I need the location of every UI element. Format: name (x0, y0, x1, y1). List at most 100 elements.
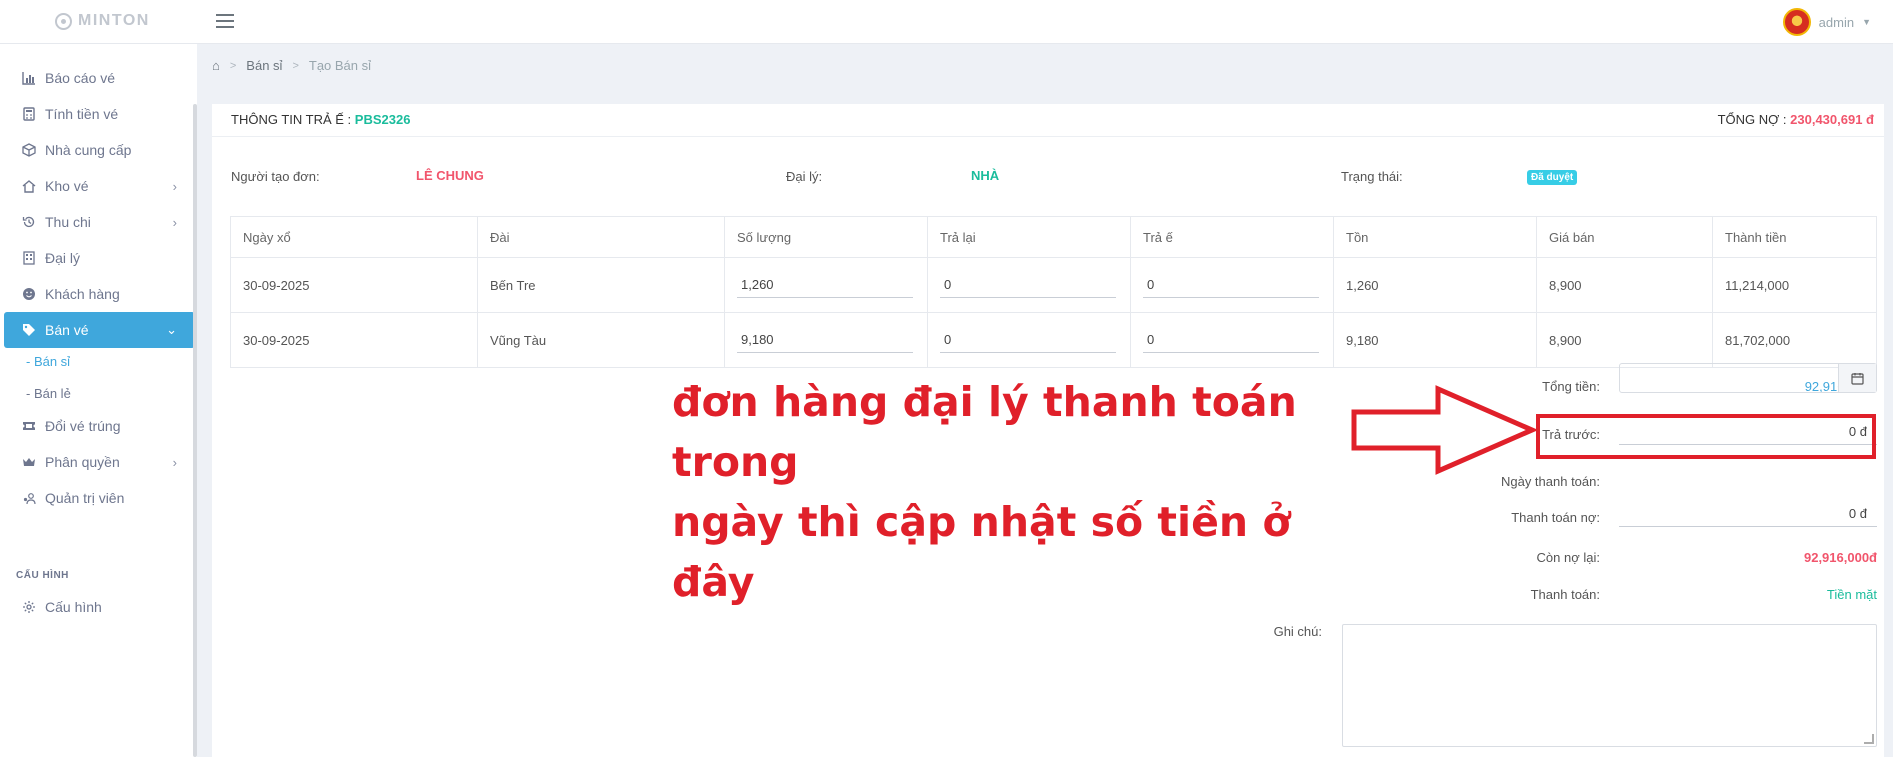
total-debt: TỔNG NỢ : 230,430,691 đ (1718, 112, 1874, 127)
annotation-highlight-box (1536, 414, 1876, 459)
status-badge: Đã duyệt (1527, 170, 1578, 185)
history-icon (22, 215, 36, 229)
debt-paid-input[interactable] (1619, 501, 1877, 527)
breadcrumb-item-ban-si[interactable]: Bán sỉ (246, 58, 282, 73)
sidebar-item-kho-ve[interactable]: Kho vé › (4, 168, 195, 204)
remaining-label: Còn nợ lại: (1536, 550, 1600, 565)
column-header: Tồn (1333, 216, 1537, 258)
cell-date: 30-09-2025 (230, 312, 478, 368)
cell-amount: 81,702,000 (1712, 312, 1877, 368)
logo-text: MINTON (78, 12, 150, 29)
sidebar-item-label: Đổi vé trúng (45, 418, 121, 434)
breadcrumb-separator: > (292, 59, 299, 72)
column-header: Ngày xổ (230, 216, 478, 258)
creator-label: Người tạo đơn: (231, 169, 320, 184)
sidebar-item-label: Cấu hình (45, 599, 102, 615)
sidebar-item-quan-tri-vien[interactable]: Quản trị viên (4, 480, 195, 516)
annotation-line-2: ngày thì cập nhật số tiền ở đây (672, 498, 1291, 606)
sidebar-item-bao-cao-ve[interactable]: Báo cáo vé (4, 60, 195, 96)
cell-qty (724, 257, 928, 313)
home-icon (22, 179, 36, 193)
calendar-icon[interactable] (1838, 364, 1876, 392)
menu-toggle-icon[interactable] (216, 14, 234, 28)
column-header: Số lượng (724, 216, 928, 258)
card-title-prefix: THÔNG TIN TRẢ Ế : (231, 112, 352, 127)
sidebar-item-cau-hinh[interactable]: Cấu hình (4, 589, 195, 625)
breadcrumb-item-current: Tạo Bán sỉ (308, 58, 372, 73)
sidebar-item-thu-chi[interactable]: Thu chi › (4, 204, 195, 240)
sidebar-item-label: Bán vé (45, 322, 89, 338)
ticket-icon (22, 419, 36, 433)
box-icon (22, 143, 36, 157)
unsold-input[interactable] (1143, 272, 1319, 298)
sidebar-item-tinh-tien-ve[interactable]: Tính tiền vé (4, 96, 195, 132)
topbar: MINTON admin ▼ (0, 0, 1893, 44)
pay-date-input[interactable] (1620, 364, 1838, 392)
annotation-line-1: đơn hàng đại lý thanh toán trong (672, 378, 1297, 486)
sidebar-section-title: CẤU HÌNH (16, 570, 69, 581)
column-header: Đài (477, 216, 725, 258)
cell-qty (724, 312, 928, 368)
bar-chart-icon (22, 71, 36, 85)
sidebar-item-nha-cung-cap[interactable]: Nhà cung cấp (4, 132, 195, 168)
sidebar-item-label: Báo cáo vé (45, 70, 116, 86)
debt-paid-label: Thanh toán nợ: (1511, 510, 1600, 525)
gear-icon (22, 600, 36, 614)
sidebar-item-doi-ve-trung[interactable]: Đổi vé trúng (4, 408, 195, 444)
user-menu[interactable]: admin ▼ (1782, 8, 1871, 36)
sidebar-item-label: Thu chi (45, 214, 91, 230)
card-header: THÔNG TIN TRẢ Ế : PBS2326 TỔNG NỢ : 230,… (212, 104, 1884, 137)
sidebar-scrollbar[interactable] (193, 104, 197, 757)
cell-price: 8,900 (1536, 257, 1713, 313)
table-row: 30-09-2025 Vũng Tàu 9,180 8,900 81,702,0… (230, 312, 1877, 368)
sidebar-item-ban-ve[interactable]: Bán vé ⌄ (4, 312, 195, 348)
resize-handle-icon[interactable] (1864, 734, 1874, 744)
card-title: THÔNG TIN TRẢ Ế : PBS2326 (231, 112, 410, 127)
sidebar-item-phan-quyen[interactable]: Phân quyền › (4, 444, 195, 480)
payment-method-label: Thanh toán: (1530, 587, 1600, 602)
status-label: Trạng thái: (1341, 169, 1403, 184)
payment-method-value[interactable]: Tiền mặt (1617, 587, 1877, 602)
sidebar-item-label: Đại lý (45, 250, 81, 266)
note-textarea[interactable] (1342, 624, 1877, 747)
sidebar-subitem-ban-si[interactable]: - Bán sỉ (26, 354, 70, 369)
sidebar-item-khach-hang[interactable]: Khách hàng (4, 276, 195, 312)
column-header: Giá bán (1536, 216, 1713, 258)
sidebar-subitem-ban-le[interactable]: - Bán lẻ (26, 386, 71, 401)
qty-input[interactable] (737, 272, 913, 298)
creator-value: LÊ CHUNG (416, 168, 484, 183)
ticket-table: Ngày xổ Đài Số lượng Trả lại Trả ế Tồn G… (230, 216, 1877, 368)
total-debt-value: 230,430,691 đ (1790, 112, 1874, 127)
user-name: admin (1818, 14, 1855, 30)
app-logo[interactable]: MINTON (55, 12, 150, 30)
cell-returned (927, 257, 1131, 313)
home-icon[interactable]: ⌂ (212, 58, 220, 73)
chevron-down-icon: ⌄ (166, 322, 177, 337)
returned-input[interactable] (940, 272, 1116, 298)
sidebar: Báo cáo vé Tính tiền vé Nhà cung cấp Kho… (0, 44, 197, 757)
cell-stock: 1,260 (1333, 257, 1537, 313)
chevron-right-icon: › (172, 214, 177, 230)
building-icon (22, 251, 36, 265)
crown-icon (22, 455, 36, 469)
note-label: Ghi chú: (1273, 624, 1322, 639)
qty-input[interactable] (737, 327, 913, 353)
cell-price: 8,900 (1536, 312, 1713, 368)
sidebar-item-dai-ly[interactable]: Đại lý (4, 240, 195, 276)
users-icon (22, 491, 36, 505)
cell-unsold (1130, 312, 1334, 368)
sidebar-item-label: Kho vé (45, 178, 89, 194)
annotation-text: đơn hàng đại lý thanh toán trong ngày th… (672, 372, 1372, 612)
chevron-down-icon: ▼ (1862, 17, 1871, 27)
returned-input[interactable] (940, 327, 1116, 353)
pay-date-picker[interactable] (1619, 363, 1877, 393)
sidebar-item-label: Tính tiền vé (45, 106, 119, 122)
annotation-arrow-icon (1351, 385, 1536, 475)
sidebar-item-label: Khách hàng (45, 286, 120, 302)
cell-station: Bến Tre (477, 257, 725, 313)
pay-date-label: Ngày thanh toán: (1500, 474, 1600, 489)
unsold-input[interactable] (1143, 327, 1319, 353)
table-row: 30-09-2025 Bến Tre 1,260 8,900 11,214,00… (230, 257, 1877, 313)
sidebar-item-label: Phân quyền (45, 454, 120, 470)
cell-unsold (1130, 257, 1334, 313)
